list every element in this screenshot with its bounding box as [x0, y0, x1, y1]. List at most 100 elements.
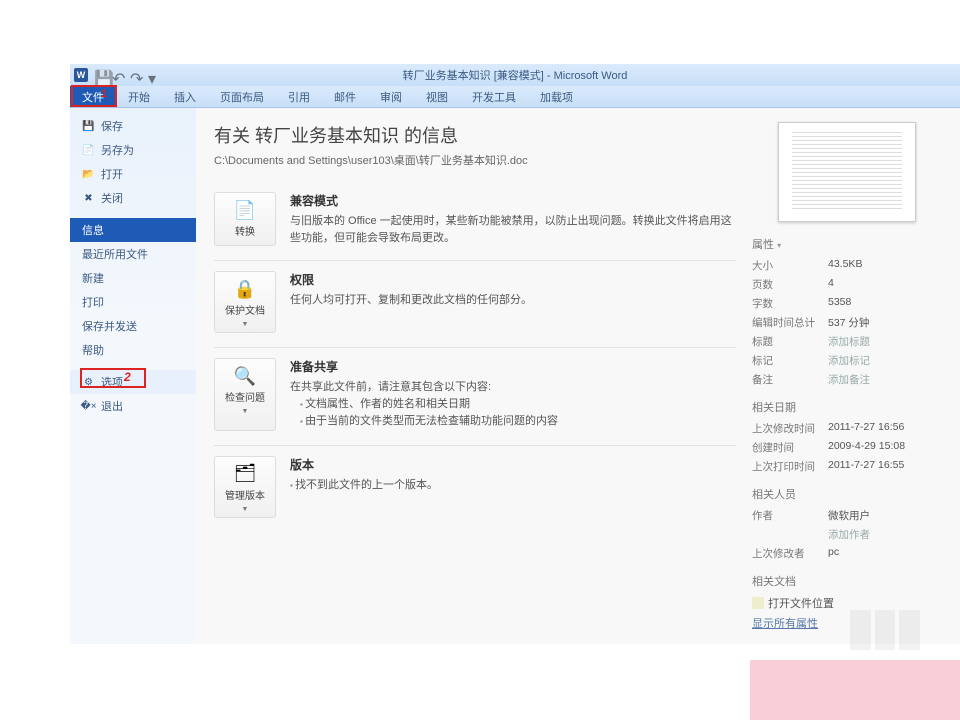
- section-versions: 🗂 管理版本 ▼ 版本 ▪ 找不到此文件的上一个版本。: [214, 446, 736, 532]
- properties-heading[interactable]: 属性 ▾: [752, 236, 942, 252]
- section-prepare-sharing: 🔍 检查问题 ▼ 准备共享 在共享此文件前，请注意其包含以下内容: 文档属性、作…: [214, 348, 736, 446]
- save-as-icon: 📄: [82, 144, 95, 157]
- prop-comments-value[interactable]: 添加备注: [828, 372, 942, 387]
- compat-heading: 兼容模式: [290, 192, 736, 209]
- perm-heading: 权限: [290, 271, 736, 288]
- tab-page-layout[interactable]: 页面布局: [208, 86, 276, 107]
- nav-recent[interactable]: 最近所用文件: [70, 242, 196, 266]
- prop-created-label: 创建时间: [752, 440, 828, 455]
- prop-edit-time-label: 编辑时间总计: [752, 315, 828, 330]
- prop-printed-label: 上次打印时间: [752, 459, 828, 474]
- prop-author-value: 微软用户: [828, 508, 942, 523]
- prop-size-value: 43.5KB: [828, 258, 942, 273]
- options-icon: ⚙: [82, 376, 95, 389]
- prop-comments-label: 备注: [752, 372, 828, 387]
- document-thumbnail[interactable]: [778, 122, 916, 222]
- convert-tile[interactable]: 📄 转换: [214, 192, 276, 246]
- qat-save-icon[interactable]: 💾: [94, 69, 106, 81]
- word-logo-icon: W: [74, 68, 88, 82]
- nav-close[interactable]: ✖关闭: [70, 186, 196, 210]
- share-heading: 准备共享: [290, 358, 736, 375]
- nav-exit[interactable]: �× 退出: [70, 394, 196, 418]
- close-icon: ✖: [82, 192, 95, 205]
- prop-tags-label: 标记: [752, 353, 828, 368]
- titlebar: W 💾 ↶ ↷ ▾ 转厂业务基本知识 [兼容模式] - Microsoft Wo…: [70, 64, 960, 86]
- decorative-pink-bg: [750, 660, 960, 720]
- tab-references[interactable]: 引用: [276, 86, 322, 107]
- backstage-nav: 💾保存 📄另存为 📂打开 ✖关闭 信息 最近所用文件 新建 打印 保存并发送 帮…: [70, 108, 196, 644]
- prop-words-label: 字数: [752, 296, 828, 311]
- qat-undo-icon[interactable]: ↶: [112, 69, 124, 81]
- exit-icon: �×: [82, 400, 95, 413]
- share-body: 在共享此文件前，请注意其包含以下内容:: [290, 379, 736, 396]
- prop-pages-value: 4: [828, 277, 942, 292]
- share-item-1: 文档属性、作者的姓名和相关日期: [300, 396, 736, 414]
- tab-mailings[interactable]: 邮件: [322, 86, 368, 107]
- prop-created-value: 2009-4-29 15:08: [828, 440, 942, 455]
- nav-save-as[interactable]: 📄另存为: [70, 138, 196, 162]
- convert-icon: 📄: [232, 197, 258, 223]
- lock-icon: 🔒: [232, 276, 258, 302]
- nav-print[interactable]: 打印: [70, 290, 196, 314]
- document-path: C:\Documents and Settings\user103\桌面\转厂业…: [214, 152, 736, 168]
- chevron-down-icon: ▾: [777, 241, 781, 250]
- folder-icon: [752, 597, 764, 609]
- window-title: 转厂业务基本知识 [兼容模式] - Microsoft Word: [403, 67, 628, 83]
- section-compatibility: 📄 转换 兼容模式 与旧版本的 Office 一起使用时，某些新功能被禁用，以防…: [214, 182, 736, 261]
- chevron-down-icon: ▼: [242, 408, 249, 415]
- nav-save-send[interactable]: 保存并发送: [70, 314, 196, 338]
- tab-view[interactable]: 视图: [414, 86, 460, 107]
- prop-title-value[interactable]: 添加标题: [828, 334, 942, 349]
- chevron-down-icon: ▼: [242, 321, 249, 328]
- prop-words-value: 5358: [828, 296, 942, 311]
- nav-open[interactable]: 📂打开: [70, 162, 196, 186]
- tab-addins[interactable]: 加载项: [528, 86, 585, 107]
- prop-author-label: 作者: [752, 508, 828, 523]
- ribbon-tabs: 1 文件 开始 插入 页面布局 引用 邮件 审阅 视图 开发工具 加载项: [70, 86, 960, 108]
- manage-versions-tile[interactable]: 🗂 管理版本 ▼: [214, 456, 276, 518]
- nav-new[interactable]: 新建: [70, 266, 196, 290]
- versions-heading: 版本: [290, 456, 736, 473]
- prop-lastmodby-label: 上次修改者: [752, 546, 828, 561]
- qat-redo-icon[interactable]: ↷: [130, 69, 142, 81]
- prop-size-label: 大小: [752, 258, 828, 273]
- tab-home[interactable]: 开始: [116, 86, 162, 107]
- open-icon: 📂: [82, 168, 95, 181]
- prop-lastmodby-value: pc: [828, 546, 942, 561]
- tab-developer[interactable]: 开发工具: [460, 86, 528, 107]
- prop-tags-value[interactable]: 添加标记: [828, 353, 942, 368]
- save-icon: 💾: [82, 120, 95, 133]
- nav-save[interactable]: 💾保存: [70, 114, 196, 138]
- add-author[interactable]: 添加作者: [828, 527, 942, 542]
- properties-panel: 属性 ▾ 大小43.5KB 页数4 字数5358 编辑时间总计537 分钟 标题…: [752, 122, 942, 634]
- tab-review[interactable]: 审阅: [368, 86, 414, 107]
- prop-pages-label: 页数: [752, 277, 828, 292]
- compat-body: 与旧版本的 Office 一起使用时，某些新功能被禁用，以防止出现问题。转换此文…: [290, 213, 736, 246]
- related-dates-heading: 相关日期: [752, 399, 942, 415]
- perm-body: 任何人均可打开、复制和更改此文档的任何部分。: [290, 292, 736, 309]
- chevron-down-icon: ▼: [242, 506, 249, 513]
- tab-file[interactable]: 文件: [70, 86, 116, 107]
- nav-info[interactable]: 信息: [70, 218, 196, 242]
- prop-edit-time-value: 537 分钟: [828, 315, 942, 330]
- nav-options[interactable]: ⚙选项: [70, 370, 196, 394]
- versions-icon: 🗂: [232, 461, 258, 487]
- tab-insert[interactable]: 插入: [162, 86, 208, 107]
- nav-help[interactable]: 帮助: [70, 338, 196, 362]
- related-docs-heading: 相关文档: [752, 573, 942, 589]
- prop-title-label: 标题: [752, 334, 828, 349]
- open-file-location[interactable]: 打开文件位置: [752, 595, 942, 611]
- prop-modified-value: 2011-7-27 16:56: [828, 421, 942, 436]
- qat-more-icon[interactable]: ▾: [148, 69, 160, 81]
- related-people-heading: 相关人员: [752, 486, 942, 502]
- page-title: 有关 转厂业务基本知识 的信息: [214, 122, 736, 148]
- share-item-2: 由于当前的文件类型而无法检查辅助功能问题的内容: [300, 413, 736, 431]
- protect-document-tile[interactable]: 🔒 保护文档 ▼: [214, 271, 276, 333]
- section-permissions: 🔒 保护文档 ▼ 权限 任何人均可打开、复制和更改此文档的任何部分。: [214, 261, 736, 348]
- decorative-bars: [850, 610, 920, 650]
- inspect-icon: 🔍: [232, 363, 258, 389]
- prop-modified-label: 上次修改时间: [752, 421, 828, 436]
- check-issues-tile[interactable]: 🔍 检查问题 ▼: [214, 358, 276, 431]
- versions-body: ▪ 找不到此文件的上一个版本。: [290, 477, 736, 494]
- prop-printed-value: 2011-7-27 16:55: [828, 459, 942, 474]
